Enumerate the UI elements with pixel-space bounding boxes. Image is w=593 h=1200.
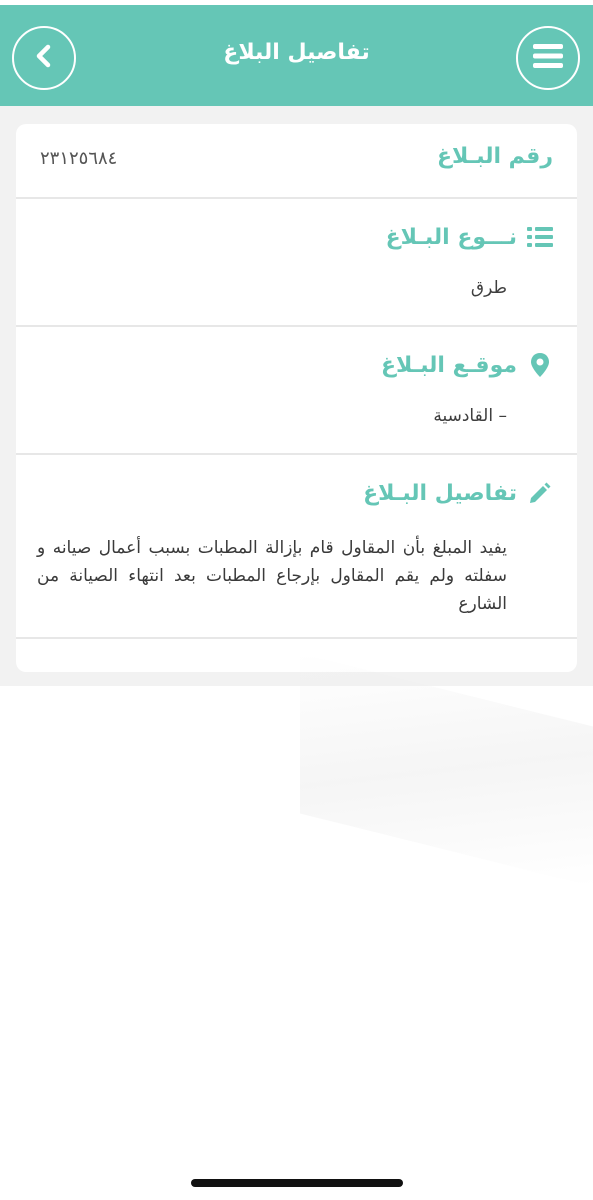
- report-number-label-text: رقم البـلاغ: [436, 144, 553, 169]
- report-number-value: ٢٣١٢٥٦٨٤: [40, 148, 118, 169]
- report-type-label-text: نـــوع البـلاغ: [385, 224, 517, 250]
- map-pin-icon: [527, 352, 553, 378]
- report-number-label: رقم البـلاغ: [437, 144, 553, 169]
- status-bar-strip: [0, 0, 593, 5]
- home-indicator[interactable]: [191, 1179, 403, 1187]
- divider: [16, 637, 577, 639]
- pencil-icon: [527, 480, 553, 506]
- divider: [16, 325, 577, 327]
- report-details-label: تفاصيل البـلاغ: [363, 480, 553, 506]
- divider: [16, 197, 577, 199]
- top-bar: تفاصيل البلاغ: [0, 0, 593, 106]
- page-title: تفاصيل البلاغ: [223, 40, 370, 65]
- list-icon: [527, 224, 553, 250]
- hamburger-icon: [532, 43, 564, 73]
- menu-button[interactable]: [516, 26, 580, 90]
- decorative-background-swoosh: [300, 653, 593, 887]
- divider: [16, 453, 577, 455]
- report-type-value: طرق: [470, 278, 507, 298]
- app-screen: تفاصيل البلاغ رقم البـلاغ ٢٣١٢٥٦٨٤ نـــو…: [0, 0, 593, 1200]
- report-location-label-text: موقـع البـلاغ: [380, 352, 517, 378]
- report-type-label: نـــوع البـلاغ: [386, 224, 553, 250]
- report-location-label: موقـع البـلاغ: [381, 352, 553, 378]
- report-details-value: يفيد المبلغ بأن المقاول قام بإزالة المطب…: [37, 538, 507, 614]
- report-details-label-text: تفاصيل البـلاغ: [363, 480, 517, 506]
- report-location-value: – القادسية: [433, 406, 507, 426]
